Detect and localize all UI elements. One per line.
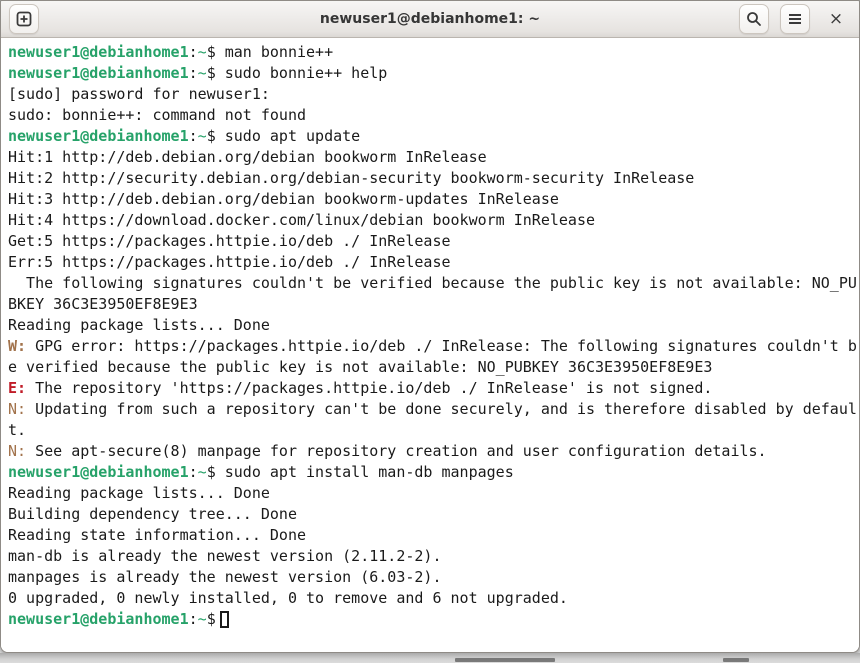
terminal-text: $ — [206, 127, 225, 145]
terminal-text: The repository 'https://packages.httpie.… — [26, 379, 713, 397]
terminal-text: sudo bonnie++ help — [224, 64, 388, 82]
terminal-text: See apt-secure(8) manpage for repository… — [26, 442, 767, 460]
terminal-text: sudo: bonnie++: command not found — [8, 106, 307, 124]
search-icon — [746, 11, 762, 27]
terminal-text: N: — [8, 400, 27, 418]
terminal-text: ~ — [197, 463, 207, 481]
terminal-text: Err:5 https://packages.httpie.io/deb ./ … — [8, 253, 451, 271]
terminal-text: 0 upgraded, 0 newly installed, 0 to remo… — [8, 589, 568, 607]
terminal-text: manpages is already the newest version (… — [8, 568, 442, 586]
terminal-text: ~ — [197, 64, 207, 82]
terminal-line: BKEY 36C3E3950EF8E9E3 — [8, 294, 859, 315]
terminal-text: $ — [206, 463, 225, 481]
menu-button[interactable] — [780, 4, 810, 34]
background-window-edge — [0, 653, 860, 663]
terminal-text: Updating from such a repository can't be… — [26, 400, 857, 418]
terminal-text: Reading package lists... Done — [8, 484, 270, 502]
prompt-user-host: newuser1@debianhome1 — [8, 127, 189, 145]
terminal-line: newuser1@debianhome1:~$ sudo bonnie++ he… — [8, 63, 859, 84]
terminal-line: Hit:3 http://deb.debian.org/debian bookw… — [8, 189, 859, 210]
terminal-line: W: GPG error: https://packages.httpie.io… — [8, 336, 859, 357]
terminal-line: newuser1@debianhome1:~$ sudo apt update — [8, 126, 859, 147]
terminal-line: Reading package lists... Done — [8, 315, 859, 336]
new-tab-button[interactable] — [9, 4, 39, 34]
terminal-text: [sudo] password for newuser1: — [8, 85, 270, 103]
prompt-user-host: newuser1@debianhome1 — [8, 43, 189, 61]
terminal-text: Reading state information... Done — [8, 526, 307, 544]
terminal-line: newuser1@debianhome1:~$ sudo apt install… — [8, 462, 859, 483]
terminal-cursor — [219, 611, 229, 628]
window-title: newuser1@debianhome1: ~ — [319, 11, 541, 27]
terminal-line: e verified because the public key is not… — [8, 357, 859, 378]
terminal-line: Reading state information... Done — [8, 525, 859, 546]
terminal-line: Hit:1 http://deb.debian.org/debian bookw… — [8, 147, 859, 168]
terminal-text: N: — [8, 442, 27, 460]
terminal-line: 0 upgraded, 0 newly installed, 0 to remo… — [8, 588, 859, 609]
terminal-line: Reading package lists... Done — [8, 483, 859, 504]
close-icon: × — [828, 8, 844, 29]
terminal-text: BKEY 36C3E3950EF8E9E3 — [8, 295, 198, 313]
terminal-text: Building dependency tree... Done — [8, 505, 297, 523]
terminal-line: Building dependency tree... Done — [8, 504, 859, 525]
prompt-user-host: newuser1@debianhome1 — [8, 610, 189, 628]
search-button[interactable] — [739, 4, 769, 34]
terminal-line: Err:5 https://packages.httpie.io/deb ./ … — [8, 252, 859, 273]
header-bar: newuser1@debianhome1: ~ × — [1, 1, 859, 38]
terminal-line: man-db is already the newest version (2.… — [8, 546, 859, 567]
terminal-text: The following signatures couldn't be ver… — [8, 274, 857, 292]
terminal-line: The following signatures couldn't be ver… — [8, 273, 859, 294]
terminal-line: N: See apt-secure(8) manpage for reposit… — [8, 441, 859, 462]
terminal-text: $ — [206, 610, 216, 628]
terminal-line: N: Updating from such a repository can't… — [8, 399, 859, 420]
terminal-text: : — [188, 127, 198, 145]
terminal-text: Get:5 https://packages.httpie.io/deb ./ … — [8, 232, 451, 250]
terminal-line: newuser1@debianhome1:~$ man bonnie++ — [8, 42, 859, 63]
terminal-text: Hit:1 http://deb.debian.org/debian bookw… — [8, 148, 487, 166]
terminal-text: : — [188, 43, 198, 61]
terminal-line: sudo: bonnie++: command not found — [8, 105, 859, 126]
terminal-line: t. — [8, 420, 859, 441]
terminal-window: newuser1@debianhome1: ~ × newuser1@debia… — [0, 0, 860, 653]
terminal-text: man-db is already the newest version (2.… — [8, 547, 442, 565]
terminal-text: Hit:4 https://download.docker.com/linux/… — [8, 211, 595, 229]
terminal-text: e verified because the public key is not… — [8, 358, 713, 376]
terminal-line: E: The repository 'https://packages.http… — [8, 378, 859, 399]
background-window-text-fragment — [723, 658, 749, 662]
prompt-user-host: newuser1@debianhome1 — [8, 64, 189, 82]
terminal-line: Hit:2 http://security.debian.org/debian-… — [8, 168, 859, 189]
background-window-text-fragment — [455, 658, 555, 662]
terminal-text: W: — [8, 337, 27, 355]
prompt-user-host: newuser1@debianhome1 — [8, 463, 189, 481]
terminal-text: E: — [8, 379, 27, 397]
terminal-text: ~ — [197, 43, 207, 61]
terminal-text: : — [188, 610, 198, 628]
terminal-text: sudo apt update — [224, 127, 361, 145]
new-tab-icon — [16, 11, 32, 27]
terminal-text: GPG error: https://packages.httpie.io/de… — [26, 337, 857, 355]
terminal-text: t. — [8, 421, 27, 439]
terminal-line: Get:5 https://packages.httpie.io/deb ./ … — [8, 231, 859, 252]
terminal-text: $ — [206, 64, 225, 82]
terminal-text: ~ — [197, 610, 207, 628]
terminal-text: Hit:2 http://security.debian.org/debian-… — [8, 169, 695, 187]
terminal-text: : — [188, 463, 198, 481]
terminal-line: Hit:4 https://download.docker.com/linux/… — [8, 210, 859, 231]
terminal-line: manpages is already the newest version (… — [8, 567, 859, 588]
terminal-output[interactable]: newuser1@debianhome1:~$ man bonnie++ newu… — [1, 38, 859, 652]
hamburger-menu-icon — [787, 11, 803, 27]
terminal-text: sudo apt install man-db manpages — [224, 463, 514, 481]
terminal-text: Hit:3 http://deb.debian.org/debian bookw… — [8, 190, 559, 208]
terminal-text: Reading package lists... Done — [8, 316, 270, 334]
terminal-line: [sudo] password for newuser1: — [8, 84, 859, 105]
terminal-text: $ — [206, 43, 225, 61]
terminal-text: : — [188, 64, 198, 82]
close-button[interactable]: × — [821, 4, 851, 34]
terminal-text: ~ — [197, 127, 207, 145]
terminal-line: newuser1@debianhome1:~$ — [8, 609, 859, 630]
terminal-text: man bonnie++ — [224, 43, 334, 61]
